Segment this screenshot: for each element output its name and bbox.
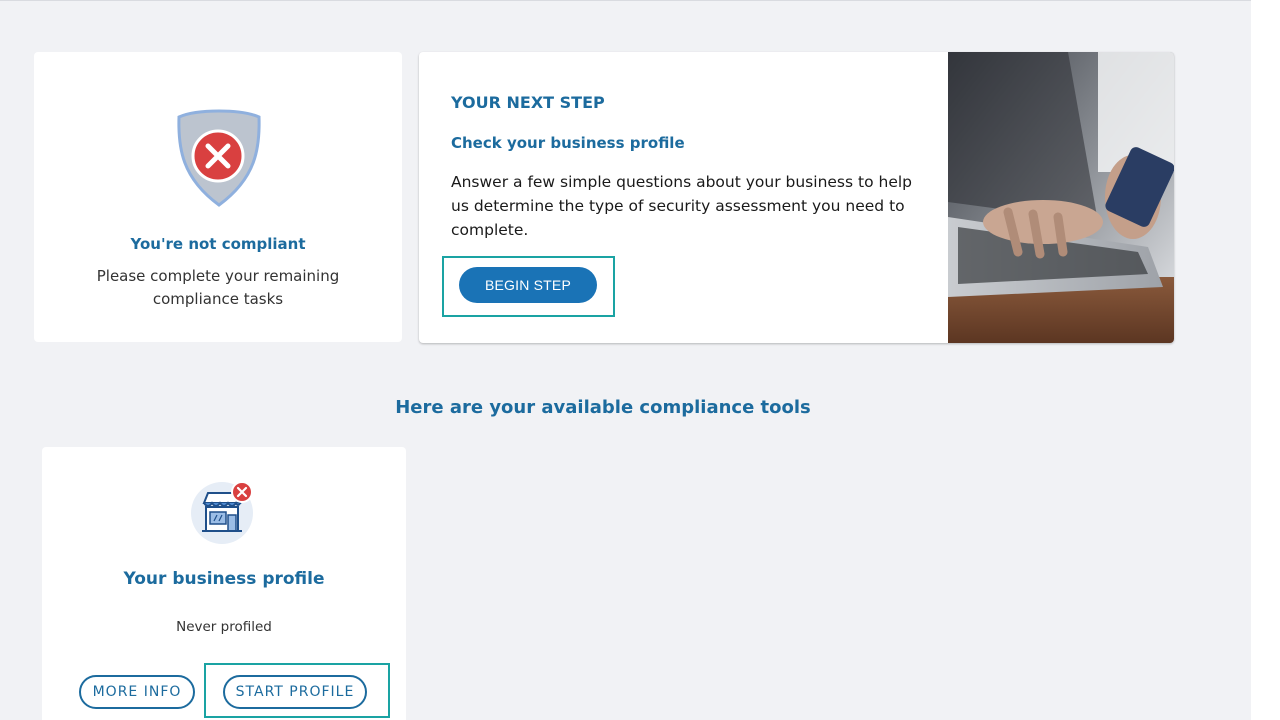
business-profile-title: Your business profile — [123, 569, 325, 589]
start-profile-button[interactable]: START PROFILE — [223, 675, 367, 709]
next-step-subheading: Check your business profile — [451, 134, 685, 152]
compliance-status-title: You're not compliant — [130, 235, 306, 253]
compliance-status-card: You're not compliant Please complete you… — [34, 52, 402, 342]
next-step-heading: YOUR NEXT STEP — [451, 93, 605, 112]
laptop-phone-photo — [948, 52, 1174, 343]
right-margin — [1251, 0, 1280, 720]
page-background: You're not compliant Please complete you… — [0, 0, 1251, 720]
storefront-icon — [190, 477, 260, 547]
business-profile-status: Never profiled — [176, 619, 272, 635]
next-step-description: Answer a few simple questions about your… — [451, 173, 912, 239]
next-step-card: YOUR NEXT STEP Check your business profi… — [419, 52, 1174, 343]
business-profile-card: Your business profile Never profiled MOR… — [42, 447, 406, 720]
begin-step-button[interactable]: BEGIN STEP — [459, 267, 597, 303]
more-info-button[interactable]: MORE INFO — [79, 675, 195, 709]
compliance-status-description: Please complete your remaining complianc… — [96, 267, 340, 308]
compliance-tools-heading: Here are your available compliance tools — [395, 397, 811, 418]
shield-error-icon — [176, 108, 262, 208]
